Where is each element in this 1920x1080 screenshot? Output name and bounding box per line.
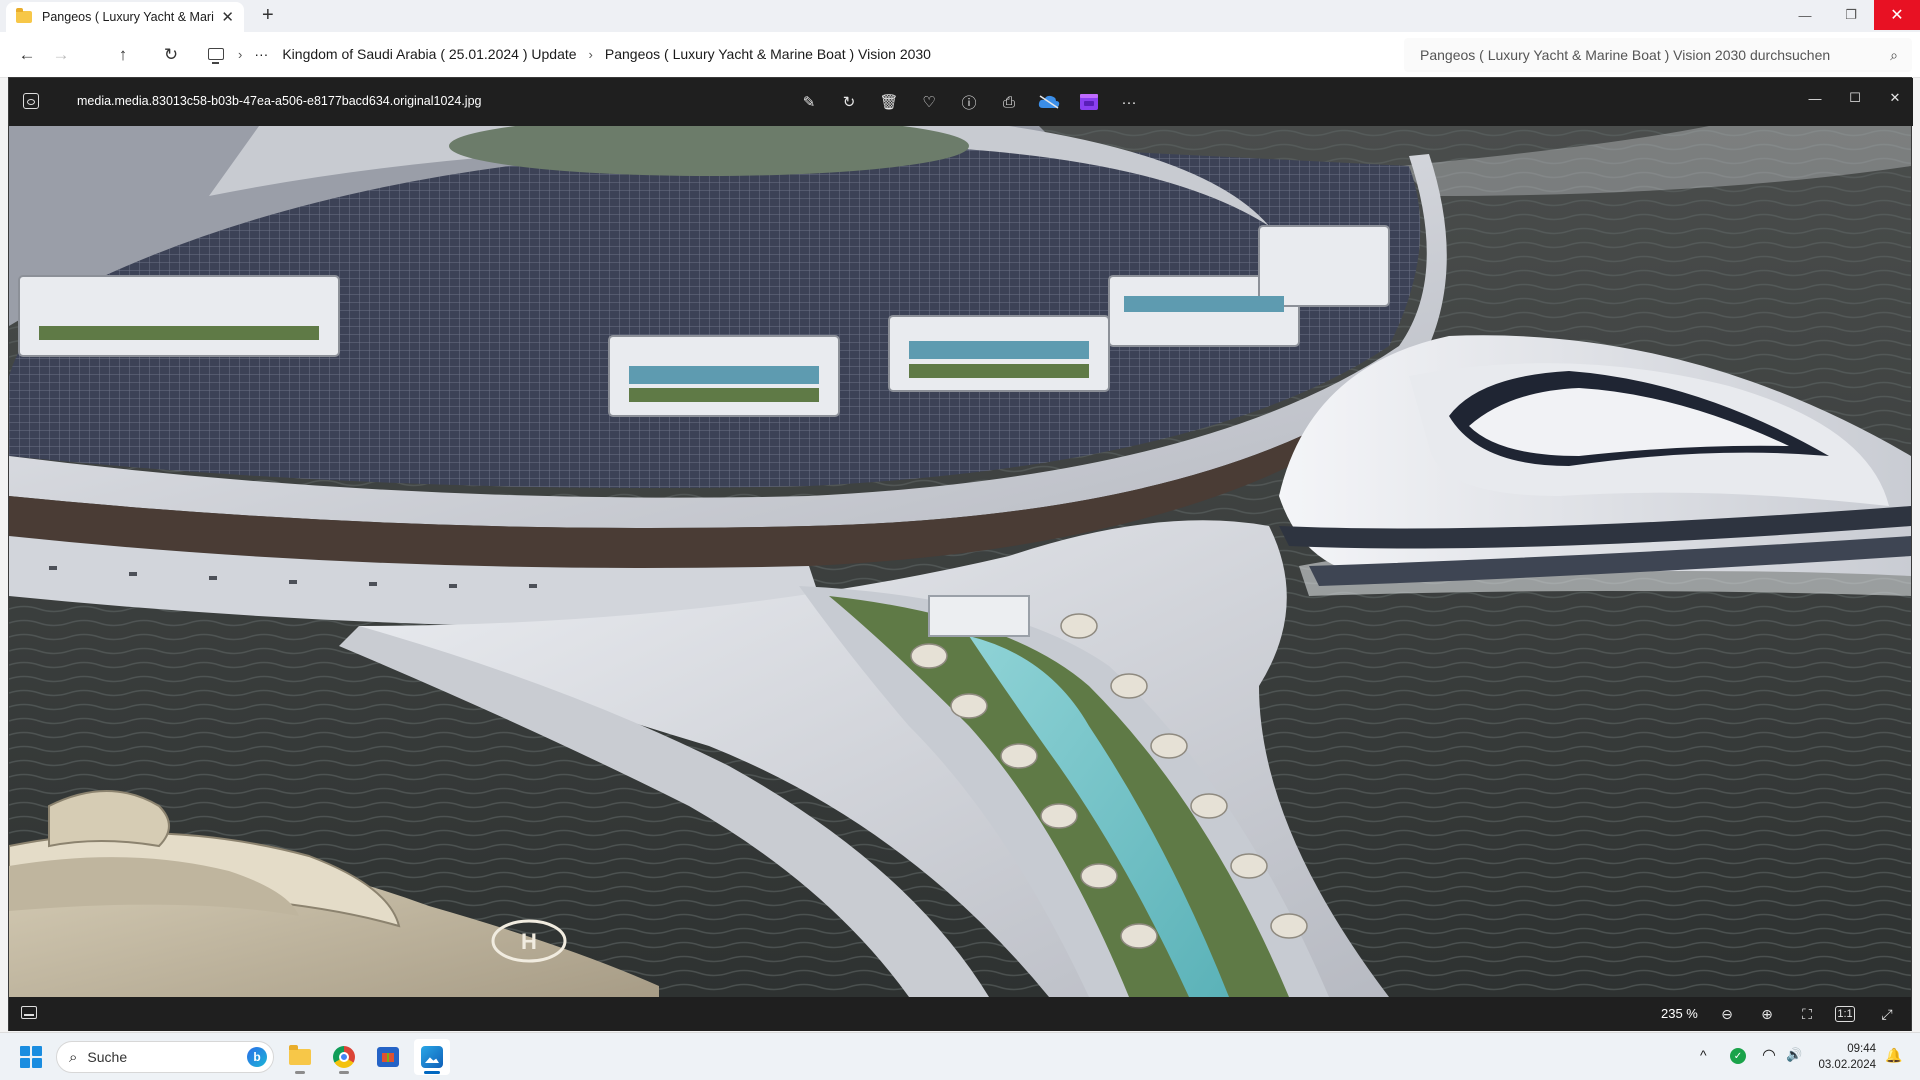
monitor-icon[interactable]: [208, 48, 224, 64]
photo-viewer-window: media.media.83013c58-b03b-47ea-a506-e817…: [8, 77, 1913, 1031]
windows-security-icon[interactable]: ✓: [1730, 1048, 1746, 1064]
new-tab-button[interactable]: +: [262, 4, 274, 27]
info-icon[interactable]: ⓘ: [957, 90, 981, 114]
explorer-tab[interactable]: Pangeos ( Luxury Yacht & Marine Boat ) V…: [6, 2, 244, 32]
viewer-bottom-bar: 235 % ⊖ ⊕ ⛶ 1:1 ⤢: [9, 997, 1911, 1031]
explorer-restore-button[interactable]: ❐: [1828, 0, 1874, 30]
zoom-level[interactable]: 235 %: [1661, 1006, 1698, 1021]
file-explorer-taskbar-button[interactable]: [282, 1039, 318, 1075]
chevron-right-icon[interactable]: ›: [589, 47, 593, 62]
explorer-minimize-button[interactable]: —: [1782, 0, 1828, 30]
breadcrumb-item-current[interactable]: Pangeos ( Luxury Yacht & Marine Boat ) V…: [605, 46, 931, 62]
clock-date: 03.02.2024: [1818, 1059, 1876, 1071]
up-arrow-icon[interactable]: ↑: [110, 42, 136, 68]
store-taskbar-button[interactable]: [370, 1039, 406, 1075]
volume-icon[interactable]: 🔊: [1786, 1047, 1802, 1063]
actual-size-icon[interactable]: 1:1: [1835, 1006, 1855, 1022]
viewer-maximize-button[interactable]: ☐: [1835, 86, 1875, 110]
zoom-in-icon[interactable]: ⊕: [1755, 1003, 1779, 1025]
rotate-icon[interactable]: ↻: [837, 90, 861, 114]
photos-app-icon: [23, 93, 39, 109]
zoom-out-icon[interactable]: ⊖: [1715, 1003, 1739, 1025]
print-icon[interactable]: ⎙: [997, 90, 1021, 114]
chevron-right-icon[interactable]: ›: [238, 47, 242, 62]
active-indicator: [424, 1071, 440, 1074]
favorite-heart-icon[interactable]: ♡: [917, 90, 941, 114]
notification-bell-icon[interactable]: 🔔: [1885, 1047, 1902, 1064]
chrome-taskbar-button[interactable]: [326, 1039, 362, 1075]
explorer-close-button[interactable]: ✕: [1874, 0, 1920, 30]
bing-icon[interactable]: b: [247, 1047, 267, 1067]
chrome-icon: [333, 1046, 355, 1068]
explorer-address-bar: ← → ↑ ↻ › ··· Kingdom of Saudi Arabia ( …: [0, 32, 1920, 78]
search-icon: ⌕: [69, 1048, 78, 1066]
tab-title: Pangeos ( Luxury Yacht & Marine Boat ) V…: [42, 10, 214, 24]
explorer-tab-bar: Pangeos ( Luxury Yacht & Marine Boat ) V…: [0, 0, 1920, 32]
file-explorer-icon: [289, 1045, 311, 1065]
taskbar-search-box[interactable]: ⌕ b: [56, 1041, 274, 1073]
wifi-icon[interactable]: ◠: [1762, 1045, 1776, 1065]
forward-arrow-icon[interactable]: →: [48, 42, 74, 68]
system-clock[interactable]: 09:44 03.02.2024: [1812, 1041, 1876, 1073]
fullscreen-icon[interactable]: ⤢: [1875, 1003, 1899, 1025]
photos-app-icon: [421, 1046, 443, 1068]
running-indicator: [339, 1071, 349, 1074]
windows-start-icon[interactable]: [20, 1046, 42, 1068]
svg-text:H: H: [521, 929, 537, 954]
microsoft-store-icon: [377, 1047, 399, 1067]
breadcrumb: › ··· Kingdom of Saudi Arabia ( 25.01.20…: [208, 46, 931, 64]
folder-icon: [16, 8, 32, 23]
search-icon: ⌕: [1890, 46, 1898, 63]
onedrive-cloud-icon[interactable]: [1037, 90, 1061, 114]
more-options-icon[interactable]: ···: [1117, 90, 1141, 114]
filmstrip-icon[interactable]: [21, 1006, 37, 1019]
viewer-toolbar: ✎ ↻ 🗑 ♡ ⓘ ⎙ ···: [797, 90, 1141, 114]
image-filename: media.media.83013c58-b03b-47ea-a506-e817…: [77, 94, 482, 108]
viewer-close-button[interactable]: ✕: [1875, 86, 1915, 110]
fit-to-window-icon[interactable]: ⛶: [1795, 1003, 1819, 1025]
tab-close-icon[interactable]: ✕: [221, 8, 234, 26]
photo-canvas[interactable]: H: [9, 126, 1911, 997]
running-indicator: [295, 1071, 305, 1074]
viewer-title-bar: media.media.83013c58-b03b-47ea-a506-e817…: [9, 78, 1913, 126]
clock-time: 09:44: [1847, 1043, 1876, 1055]
viewer-minimize-button[interactable]: —: [1795, 86, 1835, 110]
taskbar: ⌕ b ^ ✓ ◠ 🔊 09:44 03.02.2024 🔔: [0, 1032, 1920, 1080]
refresh-icon[interactable]: ↻: [158, 42, 184, 68]
taskbar-search-input[interactable]: [87, 1049, 228, 1065]
clipchamp-icon[interactable]: [1077, 90, 1101, 114]
photos-taskbar-button[interactable]: [414, 1039, 450, 1075]
explorer-search-box[interactable]: ⌕: [1404, 38, 1912, 72]
explorer-search-input[interactable]: [1420, 47, 1860, 63]
edit-image-icon[interactable]: ✎: [797, 90, 821, 114]
back-arrow-icon[interactable]: ←: [14, 42, 40, 68]
delete-icon[interactable]: 🗑: [877, 90, 901, 114]
yacht-render-image: H: [9, 126, 1911, 997]
more-locations-icon[interactable]: ···: [254, 46, 268, 62]
breadcrumb-item-parent[interactable]: Kingdom of Saudi Arabia ( 25.01.2024 ) U…: [282, 46, 576, 62]
tray-overflow-chevron-icon[interactable]: ^: [1700, 1047, 1707, 1063]
